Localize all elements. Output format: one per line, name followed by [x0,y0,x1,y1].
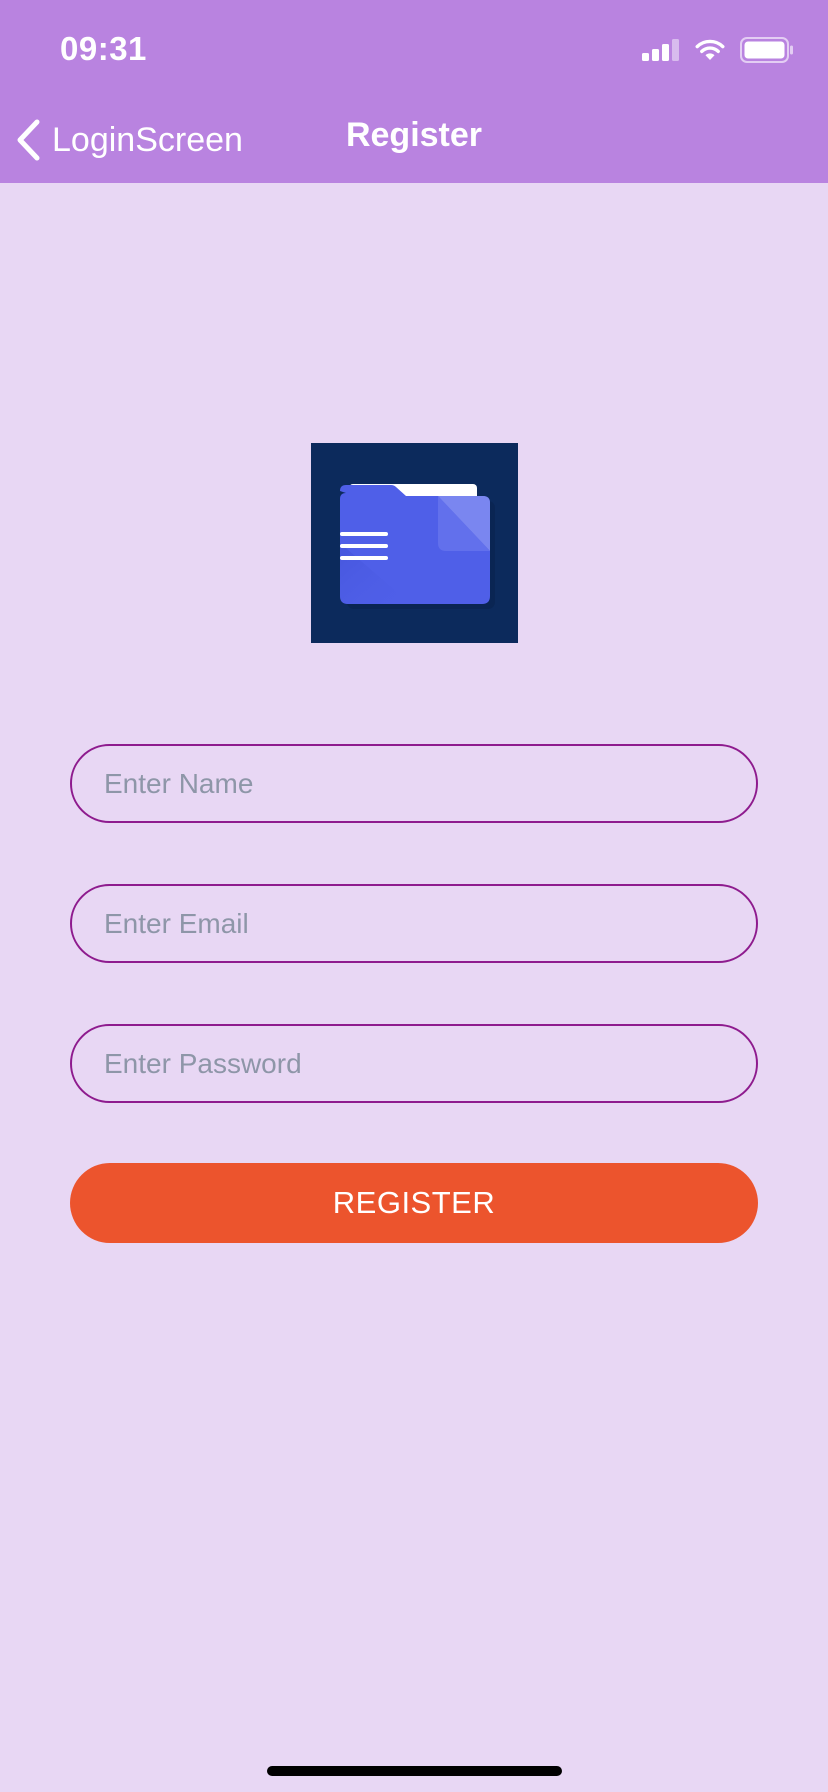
status-time: 09:31 [60,30,147,67]
battery-icon [740,37,793,63]
name-input[interactable] [70,744,758,823]
cellular-signal-icon [642,39,679,61]
wifi-icon [695,39,725,60]
header: 09:31 LoginScreen Register [0,0,828,183]
home-indicator [267,1766,562,1776]
password-input[interactable] [70,1024,758,1103]
page-title: Register [345,116,483,154]
email-input[interactable] [70,884,758,963]
document-folder-icon [340,484,495,609]
register-button[interactable]: REGISTER [70,1163,758,1243]
status-icons [642,34,794,66]
app-logo [311,443,518,643]
